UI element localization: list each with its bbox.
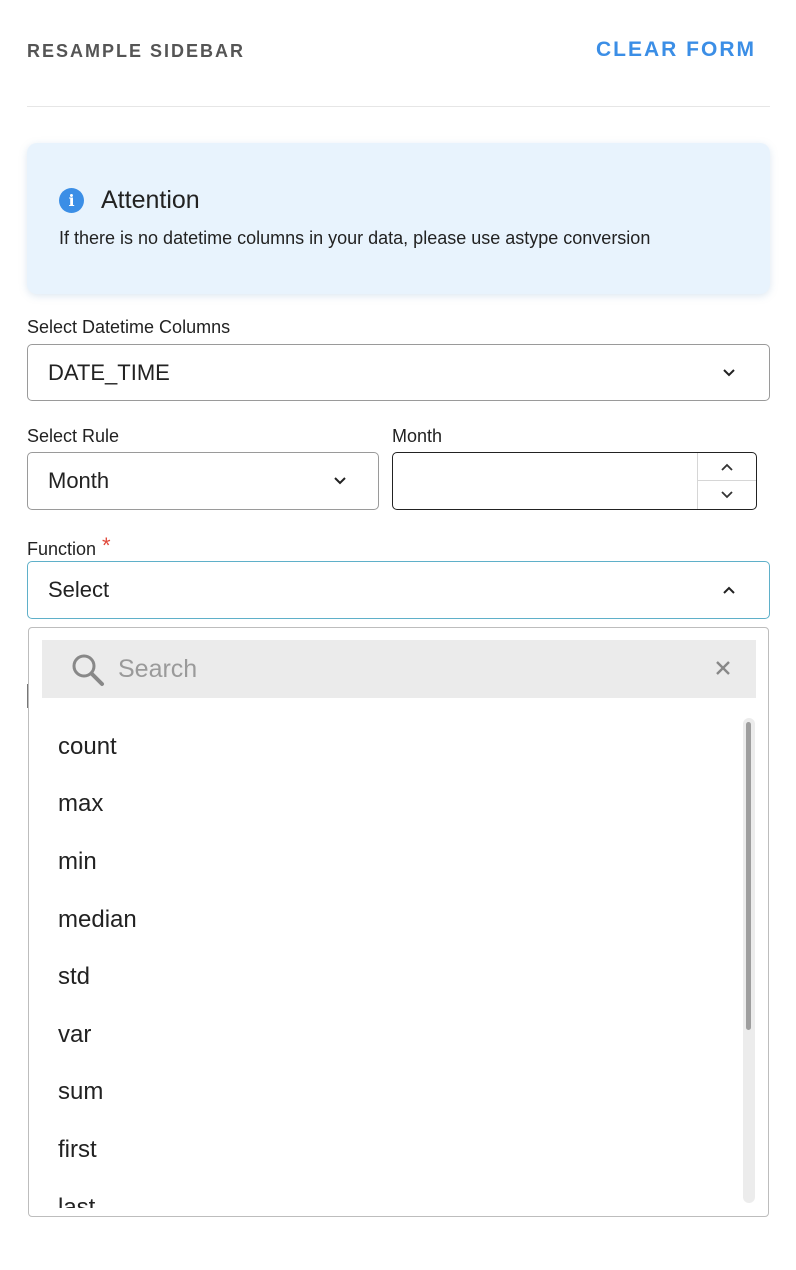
search-icon <box>72 654 104 686</box>
select-rule-select[interactable]: Month <box>27 452 379 510</box>
list-item[interactable]: median <box>29 891 741 949</box>
chevron-down-icon <box>723 368 735 376</box>
function-select-value: Select <box>48 577 110 602</box>
list-item[interactable]: sum <box>29 1064 741 1122</box>
datetime-columns-select[interactable]: DATE_TIME <box>27 344 770 401</box>
chevron-down-icon <box>721 491 733 499</box>
increment-button[interactable] <box>698 453 756 481</box>
function-options-list: count max min median std var sum first l… <box>29 718 741 1208</box>
list-item[interactable]: min <box>29 833 741 891</box>
chevron-up-icon <box>721 463 733 471</box>
alert-message: If there is no datetime columns in your … <box>59 228 651 248</box>
function-label-text: Function <box>27 539 97 559</box>
attention-alert: i Attention If there is no datetime colu… <box>27 143 770 294</box>
search-input[interactable] <box>118 640 698 698</box>
datetime-columns-value: DATE_TIME <box>48 359 170 385</box>
scrollbar-thumb[interactable] <box>746 722 751 1030</box>
chevron-down-icon <box>334 477 346 485</box>
alert-title: Attention <box>101 186 200 214</box>
month-stepper <box>697 453 756 509</box>
list-item[interactable]: std <box>29 948 741 1006</box>
list-item[interactable]: count <box>29 718 741 776</box>
sidebar-header: RESAMPLE SIDEBAR CLEAR FORM <box>27 0 770 107</box>
clear-form-button[interactable]: CLEAR FORM <box>596 38 756 62</box>
month-number-field <box>392 452 757 510</box>
scrollbar[interactable] <box>743 718 755 1203</box>
function-select[interactable]: Select <box>27 561 770 619</box>
chevron-up-icon <box>723 586 735 594</box>
month-label: Month <box>392 426 443 446</box>
function-dropdown: count max min median std var sum first l… <box>28 627 769 1217</box>
sidebar-title: RESAMPLE SIDEBAR <box>27 41 246 61</box>
select-rule-label: Select Rule <box>27 426 120 446</box>
dropdown-search <box>42 640 756 698</box>
month-input[interactable] <box>393 453 698 509</box>
list-item[interactable]: first <box>29 1121 741 1179</box>
required-marker: * <box>102 533 111 558</box>
datetime-columns-label: Select Datetime Columns <box>27 317 231 337</box>
list-item[interactable]: last <box>29 1179 741 1208</box>
select-rule-value: Month <box>48 468 110 493</box>
list-item[interactable]: var <box>29 1006 741 1064</box>
list-item[interactable]: max <box>29 776 741 834</box>
decrement-button[interactable] <box>698 481 756 509</box>
function-label: Function * <box>27 533 111 561</box>
info-icon: i <box>59 188 84 213</box>
close-icon[interactable] <box>712 657 734 679</box>
